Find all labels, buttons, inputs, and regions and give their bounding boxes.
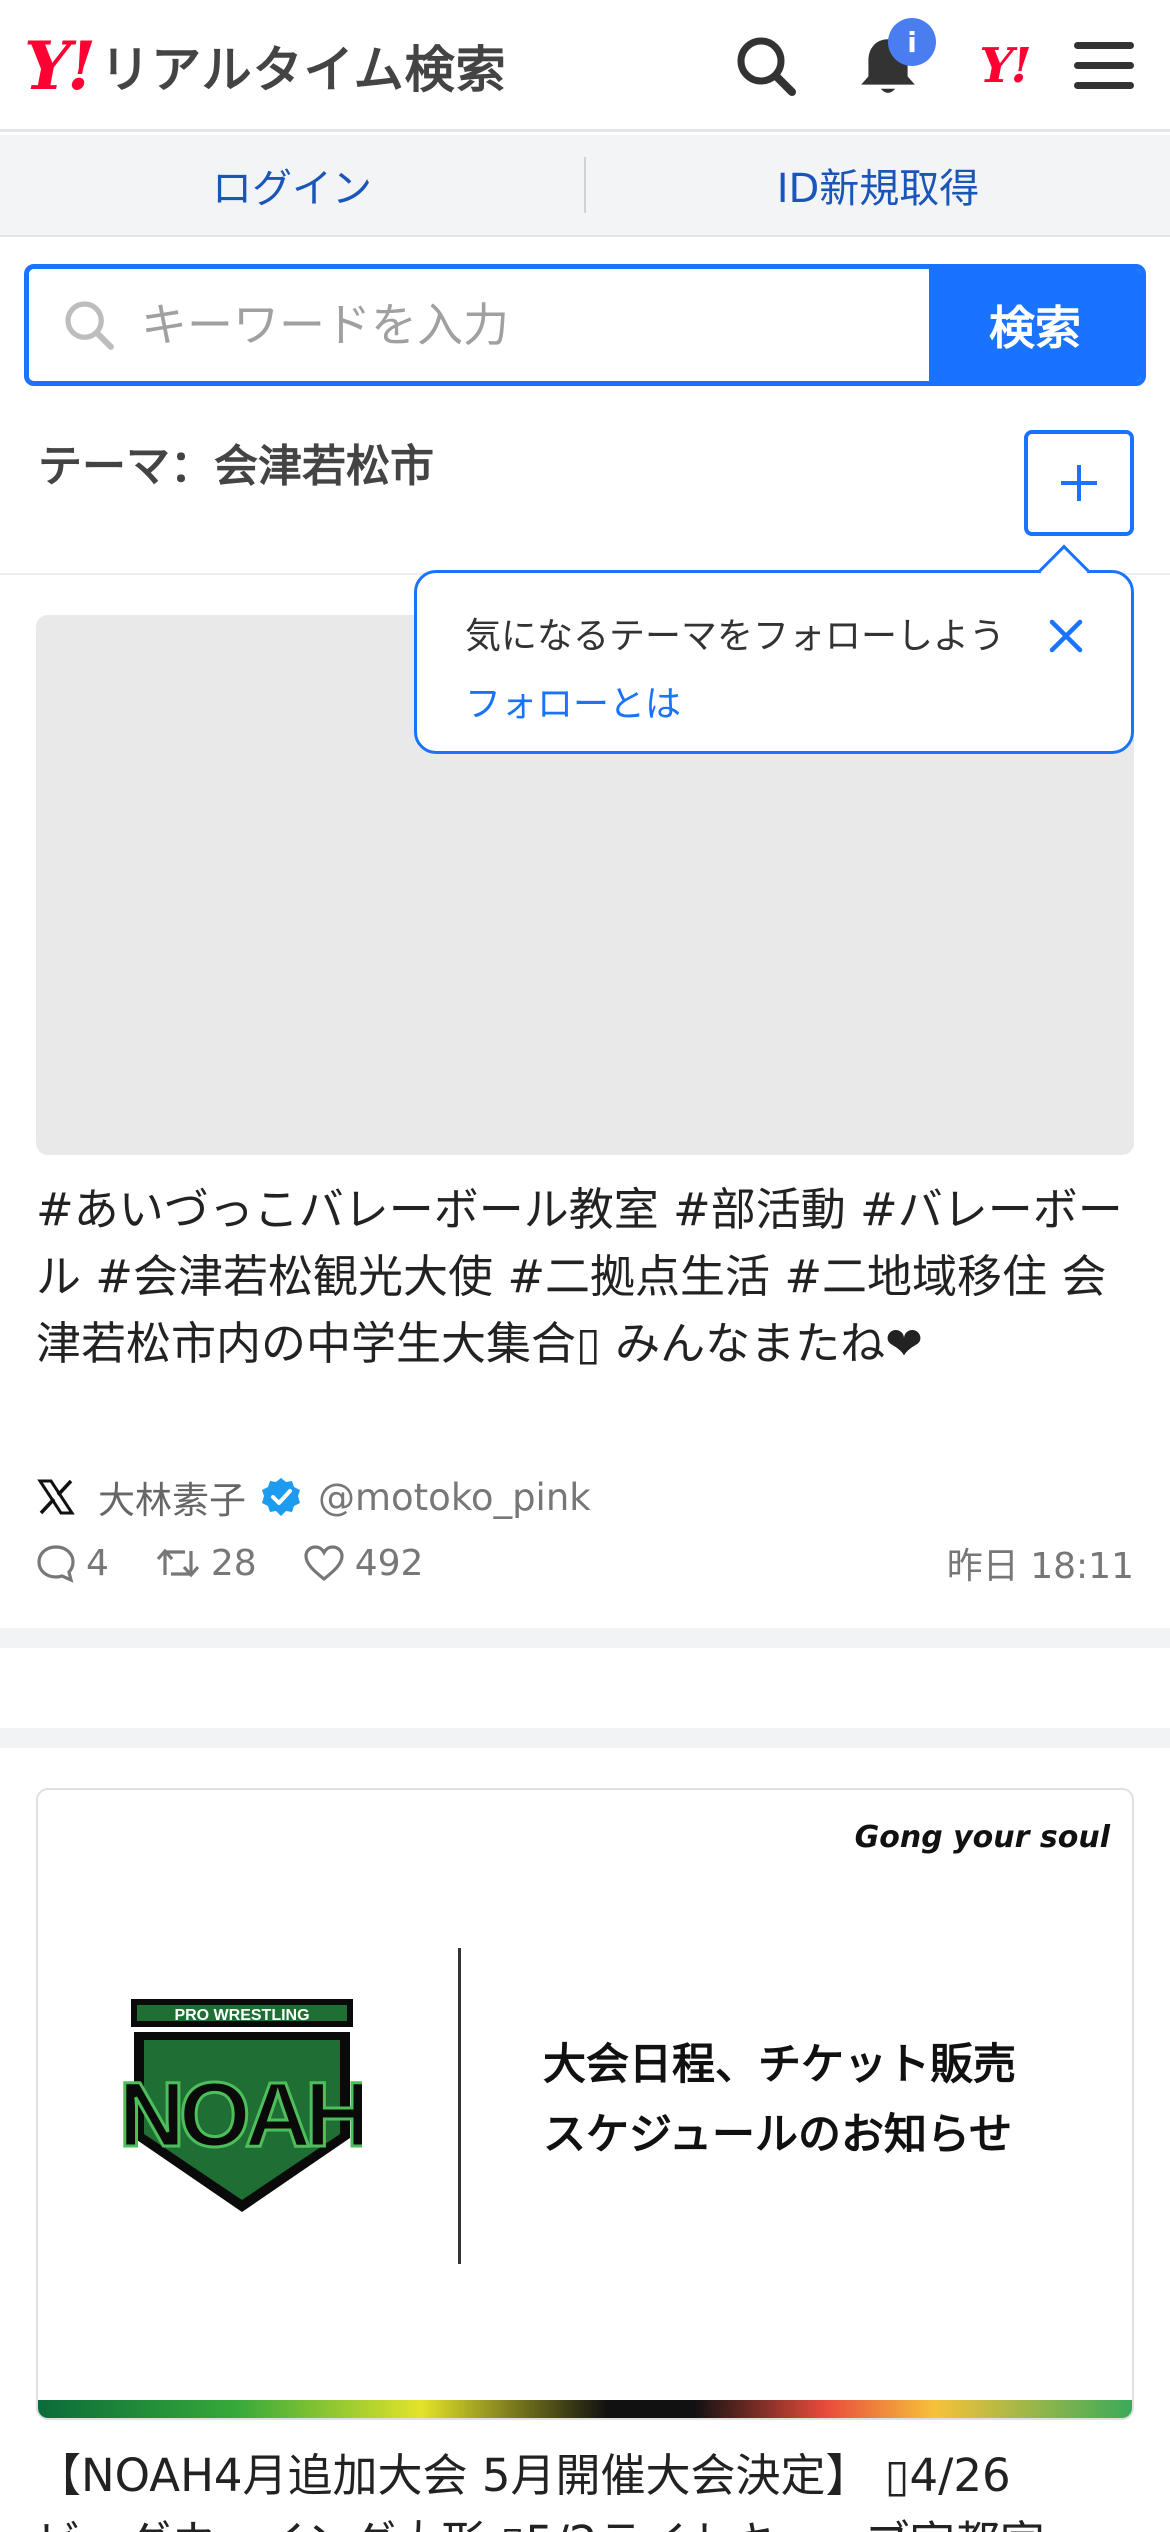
- heart-icon: [304, 1545, 344, 1582]
- menu-button[interactable]: [1068, 30, 1140, 102]
- post-author[interactable]: 大林素子 @motoko_pink: [36, 1470, 591, 1524]
- banner-line-1: 大会日程、チケット販売: [543, 2040, 1016, 2090]
- app-header: Y! リアルタイム検索 i Y!: [0, 0, 1170, 132]
- login-link[interactable]: ログイン: [0, 156, 584, 214]
- plus-icon: [1061, 465, 1097, 501]
- post-text[interactable]: 【NOAH4月追加大会 5月開催大会決定】 ▯4/26 ビッグウェイング大形 ▯…: [36, 2442, 1136, 2532]
- logo-title: リアルタイム検索: [100, 41, 507, 99]
- banner-headline: 大会日程、チケット販売 スケジュールのお知らせ: [543, 2030, 1016, 2170]
- post-image-banner[interactable]: Gong your soul PRO WRESTLING NOAH 大会日程、チ…: [36, 1788, 1134, 2420]
- post-text[interactable]: #あいづっこバレーボール教室 #部活動 #バレーボール #会津若松観光大使 #二…: [36, 1176, 1136, 1377]
- banner-color-stripe: [38, 2400, 1132, 2418]
- theme-title: テーマ：会津若松市: [38, 441, 434, 492]
- post-text-line-1: 【NOAH4月追加大会 5月開催大会決定】 ▯4/26: [36, 2449, 1011, 2502]
- notification-button[interactable]: i: [852, 18, 936, 102]
- reply-icon: [37, 1545, 75, 1583]
- follow-theme-button[interactable]: [1024, 430, 1134, 536]
- author-handle: @motoko_pink: [318, 1475, 591, 1519]
- search-icon: [737, 37, 796, 96]
- banner-line-2: スケジュールのお知らせ: [543, 2110, 1013, 2160]
- verified-badge-icon: [262, 1478, 300, 1516]
- retweet-count: 28: [210, 1542, 257, 1584]
- tooltip-message: 気になるテーマをフォローしよう: [465, 616, 1006, 657]
- hamburger-menu-icon: [1074, 42, 1134, 89]
- reply-stat[interactable]: 4: [36, 1543, 109, 1584]
- login-bar: ログイン ID新規取得: [0, 135, 1170, 237]
- like-stat[interactable]: 492: [303, 1542, 424, 1584]
- tooltip-arrow: [1038, 544, 1090, 596]
- follow-tooltip: 気になるテーマをフォローしよう フォローとは: [414, 544, 1134, 754]
- noah-logo-icon: PRO WRESTLING NOAH: [122, 1999, 362, 2212]
- retweet-stat[interactable]: 28: [155, 1543, 257, 1584]
- yahoo-realtime-logo[interactable]: Y! リアルタイム検索: [24, 28, 507, 104]
- close-icon: [1049, 619, 1083, 653]
- post-separator: [0, 1728, 1170, 1748]
- post-timestamp[interactable]: 昨日 18:11: [947, 1537, 1134, 1589]
- post-separator: [0, 1628, 1170, 1648]
- register-link[interactable]: ID新規取得: [586, 156, 1170, 214]
- search-form: 検索: [24, 264, 1146, 386]
- search-icon: [65, 301, 114, 350]
- post-text-line-2: ビッグウェイング大形 ▯5/2ライトキューブ宇都宮: [36, 2509, 1136, 2532]
- yahoo-logo-mark: Y!: [24, 27, 96, 105]
- retweet-icon: [156, 1548, 200, 1578]
- reply-count: 4: [86, 1542, 109, 1584]
- notification-badge: i: [888, 18, 936, 66]
- x-logo-icon: [37, 1479, 75, 1515]
- yahoo-japan-top-link[interactable]: Y!: [968, 30, 1040, 102]
- search-button[interactable]: 検索: [929, 269, 1141, 381]
- author-name: 大林素子: [98, 1479, 246, 1522]
- tooltip-close-button[interactable]: [1047, 617, 1085, 659]
- search-input[interactable]: [141, 298, 841, 352]
- search-icon-button[interactable]: [730, 30, 802, 102]
- yahoo-small-logo: Y!: [979, 38, 1031, 94]
- search-field-container[interactable]: [29, 269, 929, 381]
- noah-logo-label: PRO WRESTLING: [174, 2007, 309, 2024]
- banner-slogan: Gong your soul: [854, 1820, 1110, 1855]
- banner-divider: [458, 1948, 461, 2264]
- like-count: 492: [354, 1542, 424, 1584]
- what-is-follow-link[interactable]: フォローとは: [465, 675, 1083, 727]
- noah-logo-mark: NOAH: [122, 2064, 362, 2166]
- post-stats: 4 28 492 昨日 18:11: [36, 1536, 1134, 1590]
